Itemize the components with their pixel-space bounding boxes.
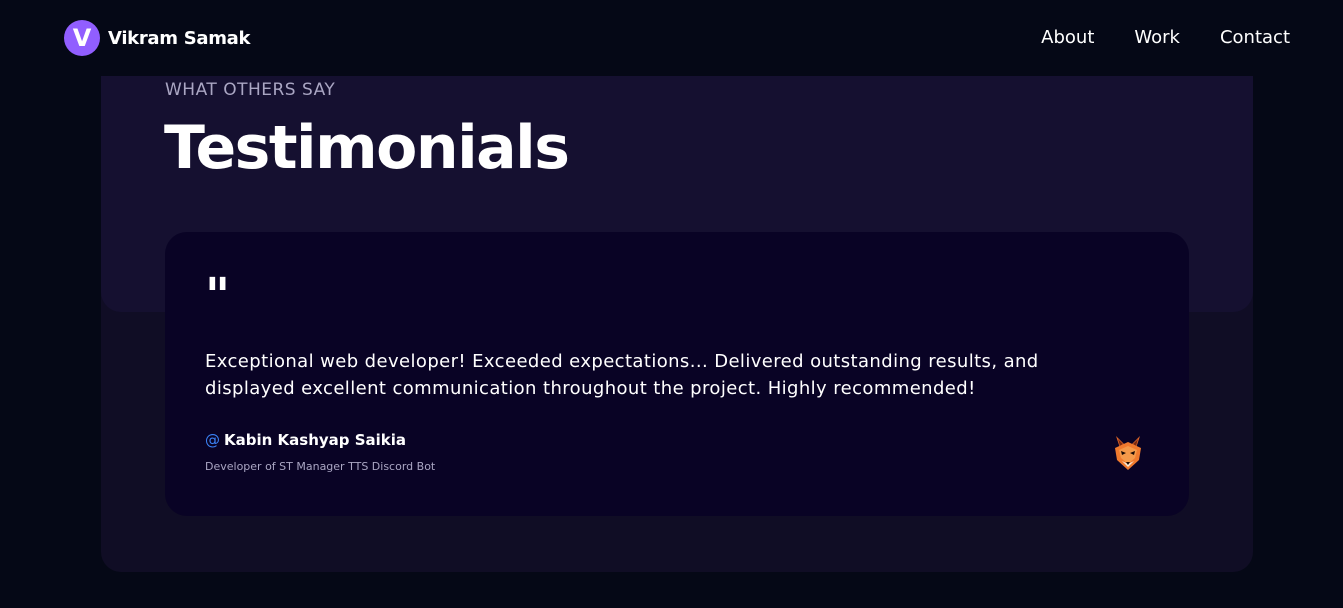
testimonial-text: Exceptional web developer! Exceeded expe… (205, 351, 1039, 399)
nav-link-contact[interactable]: Contact (1220, 27, 1290, 49)
navbar: V Vikram Samak About Work Contact (0, 0, 1343, 76)
section-subtitle: WHAT OTHERS SAY (165, 80, 336, 100)
fox-avatar-icon (1115, 436, 1141, 470)
author-line: @ Kabin Kashyap Saikia (205, 431, 406, 449)
nav-links: About Work Contact (1041, 27, 1290, 49)
testimonial-card: " Exceptional web developer! Exceeded ex… (165, 232, 1189, 516)
author-name: Kabin Kashyap Saikia (224, 431, 407, 449)
quote-mark: " (205, 268, 231, 324)
nav-link-about[interactable]: About (1041, 27, 1094, 49)
nav-link-work[interactable]: Work (1134, 27, 1180, 49)
author-role: Developer of ST Manager TTS Discord Bot (205, 460, 436, 473)
at-sign: @ (205, 431, 220, 449)
brand-logo-letter: V (72, 24, 92, 52)
brand-name: Vikram Samak (108, 27, 251, 49)
brand-logo: V (64, 20, 100, 56)
brand-home-link[interactable]: V Vikram Samak (64, 20, 250, 56)
section-title: Testimonials (164, 113, 570, 183)
